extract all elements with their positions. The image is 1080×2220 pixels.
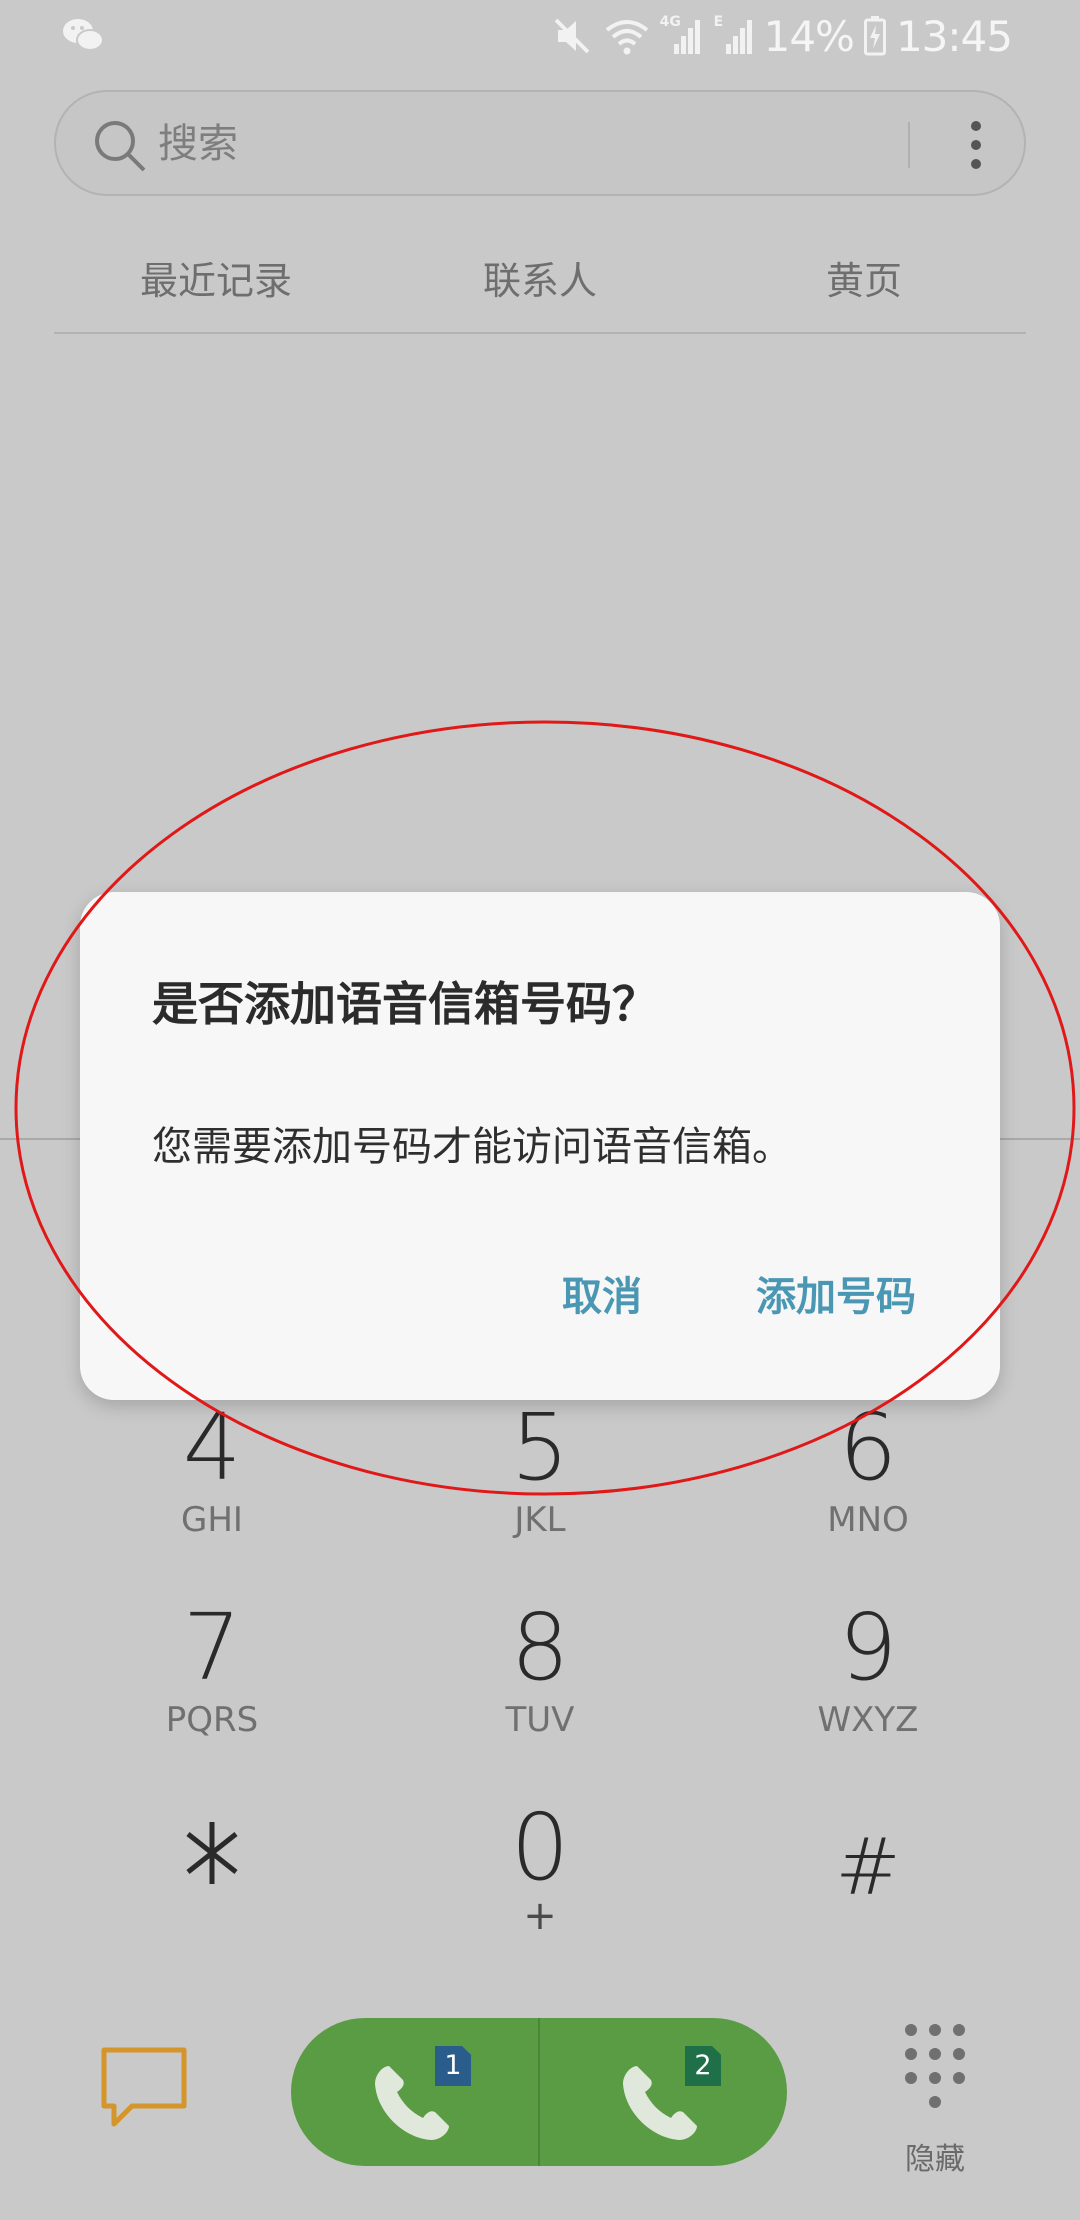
asterisk-icon (186, 1822, 238, 1884)
status-bar: 4G E 14% 13:45 (0, 0, 1080, 72)
more-dot-icon (971, 121, 981, 131)
call-sim2-button[interactable]: 2 (539, 2018, 787, 2166)
more-dot-icon (971, 140, 981, 150)
key-5[interactable]: 5 JKL (440, 1394, 640, 1541)
mute-icon (554, 18, 590, 54)
key-letters: PQRS (165, 1700, 259, 1740)
battery-icon (863, 16, 886, 56)
key-6[interactable]: 6 MNO (768, 1394, 968, 1541)
sim1-badge: 1 (435, 2046, 471, 2086)
key-letters: WXYZ (817, 1700, 919, 1740)
clock: 13:45 (895, 11, 1013, 61)
key-hash[interactable]: # (768, 1818, 968, 1918)
key-7[interactable]: 7 PQRS (112, 1594, 312, 1741)
signal-icon (725, 20, 752, 54)
dialog-message: 您需要添加号码才能访问语音信箱。 (152, 1124, 792, 1170)
key-0[interactable]: 0 + (440, 1794, 640, 1939)
key-digit: 7 (182, 1594, 242, 1701)
search-input[interactable] (158, 114, 858, 174)
signal-4g: 4G (660, 14, 702, 58)
search-divider (908, 122, 910, 168)
hide-keypad-button[interactable]: 隐藏 (880, 2020, 990, 2177)
key-4[interactable]: 4 GHI (112, 1394, 312, 1541)
key-digit: # (835, 1823, 901, 1913)
search-icon (95, 121, 146, 172)
call-sim1-button[interactable]: 1 (291, 2018, 539, 2166)
keypad-icon (905, 2024, 965, 2108)
signal-icon (673, 20, 700, 54)
more-options-button[interactable] (946, 112, 1006, 178)
key-digit: 6 (838, 1394, 898, 1501)
key-letters: GHI (181, 1500, 243, 1540)
hide-keypad-label: 隐藏 (905, 2142, 965, 2177)
tab-contacts[interactable]: 联系人 (378, 238, 702, 332)
key-digit: 0 (510, 1794, 570, 1901)
more-dot-icon (971, 159, 981, 169)
wifi-icon (605, 20, 648, 55)
key-8[interactable]: 8 TUV (440, 1594, 640, 1741)
sim2-badge: 2 (685, 2046, 721, 2086)
signal-e: E (712, 14, 754, 58)
voicemail-dialog: 是否添加语音信箱号码？ 您需要添加号码才能访问语音信箱。 取消 添加号码 (80, 892, 1000, 1400)
tab-recent[interactable]: 最近记录 (54, 238, 378, 332)
key-digit: 8 (510, 1594, 570, 1701)
key-digit: 4 (182, 1394, 242, 1501)
key-digit: 9 (838, 1594, 898, 1701)
tab-yellow-pages[interactable]: 黄页 (702, 238, 1026, 332)
key-letters: + (523, 1893, 557, 1939)
call-buttons: 1 2 (291, 2018, 787, 2166)
search-bar[interactable] (54, 90, 1026, 196)
tab-bar: 最近记录 联系人 黄页 (54, 238, 1026, 334)
key-letters: MNO (827, 1500, 909, 1540)
key-letters: JKL (514, 1500, 566, 1540)
dialer-screen: 4G E 14% 13:45 搜索 最近记录 联系人 黄页 4 GHI 5 JK… (0, 0, 1080, 2220)
message-icon (101, 2047, 187, 2127)
message-button[interactable] (96, 2040, 192, 2136)
add-number-button[interactable]: 添加号码 (756, 1264, 916, 1322)
wechat-icon (62, 16, 104, 58)
key-digit: 5 (510, 1394, 570, 1501)
key-letters: TUV (505, 1700, 575, 1740)
key-9[interactable]: 9 WXYZ (768, 1594, 968, 1741)
key-star[interactable] (112, 1818, 312, 1892)
battery-percent: 14% (763, 11, 855, 61)
dialog-title: 是否添加语音信箱号码？ (152, 977, 658, 1031)
cancel-button[interactable]: 取消 (562, 1264, 642, 1322)
